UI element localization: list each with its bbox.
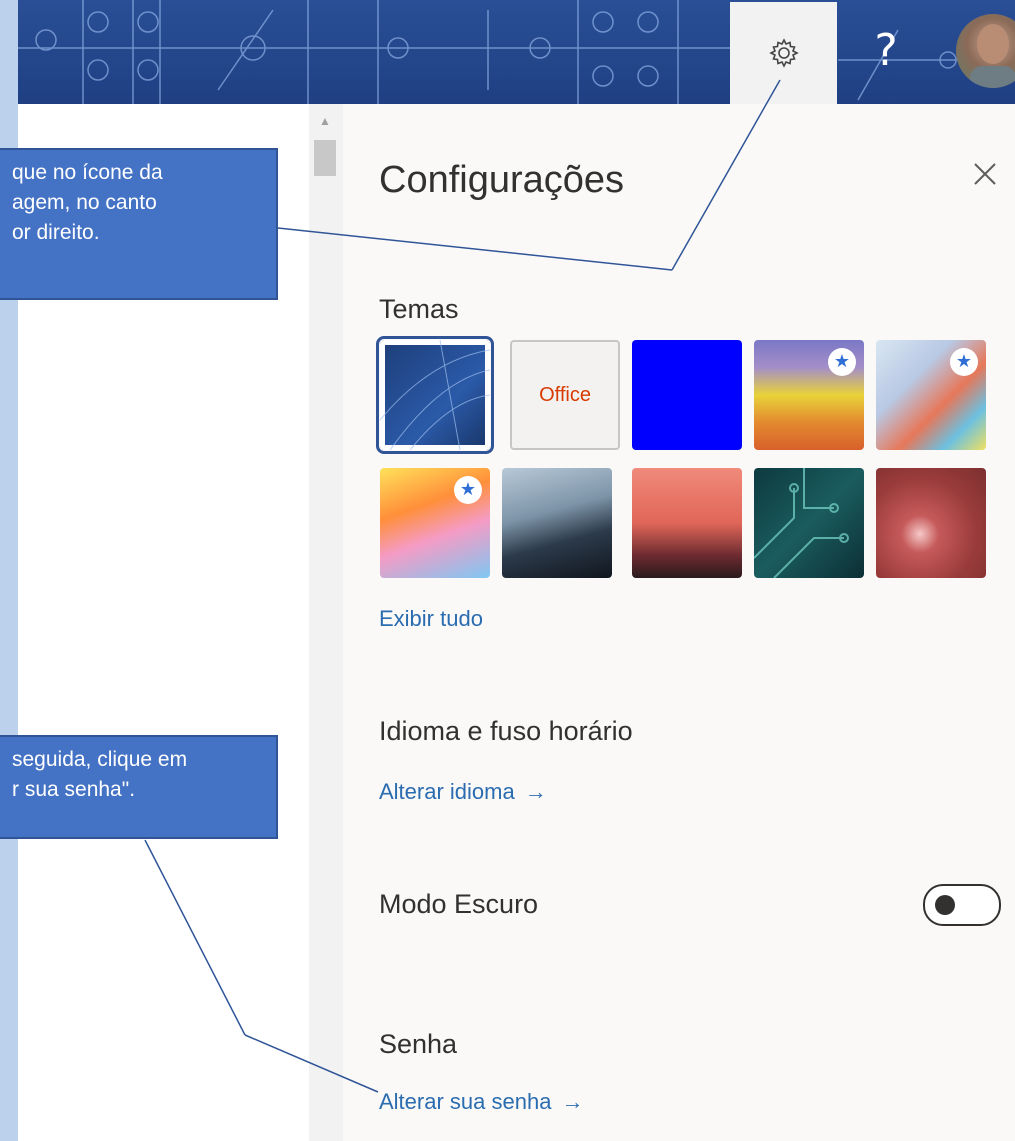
theme-blueprint-art	[380, 340, 490, 450]
help-icon: ?	[874, 24, 898, 76]
settings-button[interactable]	[730, 2, 837, 104]
change-password-link[interactable]: Alterar sua senha →	[379, 1089, 583, 1115]
help-button[interactable]: ?	[866, 18, 906, 82]
arrow-right-icon: →	[524, 779, 547, 804]
gear-icon	[768, 38, 799, 68]
theme-tile-lights[interactable]	[876, 468, 986, 578]
scrollbar[interactable]: ▲	[309, 104, 343, 1141]
dark-mode-toggle[interactable]	[923, 884, 1001, 926]
close-button[interactable]	[965, 154, 1005, 194]
callout-line: agem, no canto	[12, 191, 157, 214]
scroll-up-arrow-icon[interactable]: ▲	[319, 114, 331, 128]
gear-instruction-callout: que no ícone da agem, no canto or direit…	[0, 148, 278, 300]
theme-tile-palms[interactable]	[632, 468, 742, 578]
password-heading: Senha	[379, 1029, 458, 1059]
change-language-label: Alterar idioma	[379, 779, 515, 804]
office-theme-label: Office	[539, 383, 591, 406]
theme-tile-blue[interactable]	[632, 340, 742, 450]
header-bar: ?	[18, 0, 1015, 104]
change-password-label: Alterar sua senha	[379, 1089, 552, 1114]
callout-line: que no ícone da	[12, 161, 163, 184]
theme-tile-unicorn[interactable]: ★	[380, 468, 490, 578]
theme-tile-rainbow[interactable]: ★	[754, 340, 864, 450]
theme-tile-circuit[interactable]	[754, 468, 864, 578]
scroll-thumb[interactable]	[314, 140, 336, 176]
theme-tile-office[interactable]: Office	[510, 340, 620, 450]
close-icon	[974, 163, 996, 185]
callout-line: seguida, clique em	[12, 748, 188, 771]
toggle-knob	[935, 895, 955, 915]
arrow-right-icon: →	[561, 1089, 584, 1114]
panel-title: Configurações	[379, 159, 625, 201]
dark-mode-label: Modo Escuro	[379, 889, 539, 919]
theme-grid: Office ★ ★ ★	[376, 336, 992, 588]
theme-circuit-art	[754, 468, 849, 578]
star-icon: ★	[950, 348, 978, 376]
star-icon: ★	[454, 476, 482, 504]
callout-line: or direito.	[12, 221, 100, 244]
password-instruction-callout: seguida, clique em r sua senha".	[0, 735, 278, 839]
callout-line: r sua senha".	[12, 778, 136, 801]
themes-heading: Temas	[379, 294, 459, 324]
show-all-label: Exibir tudo	[379, 606, 483, 631]
screenshot-frame: ? ▲ Configurações Temas Office ★ ★ ★ Exi…	[0, 0, 1015, 1141]
settings-panel: Configurações Temas Office ★ ★ ★ Exibir …	[343, 104, 1015, 1141]
show-all-themes-link[interactable]: Exibir tudo	[379, 606, 483, 632]
theme-tile-swirl[interactable]: ★	[876, 340, 986, 450]
language-heading: Idioma e fuso horário	[379, 716, 633, 746]
star-icon: ★	[828, 348, 856, 376]
change-language-link[interactable]: Alterar idioma →	[379, 779, 547, 805]
theme-tile-mountain[interactable]	[502, 468, 612, 578]
theme-tile-blueprint[interactable]	[376, 336, 494, 454]
